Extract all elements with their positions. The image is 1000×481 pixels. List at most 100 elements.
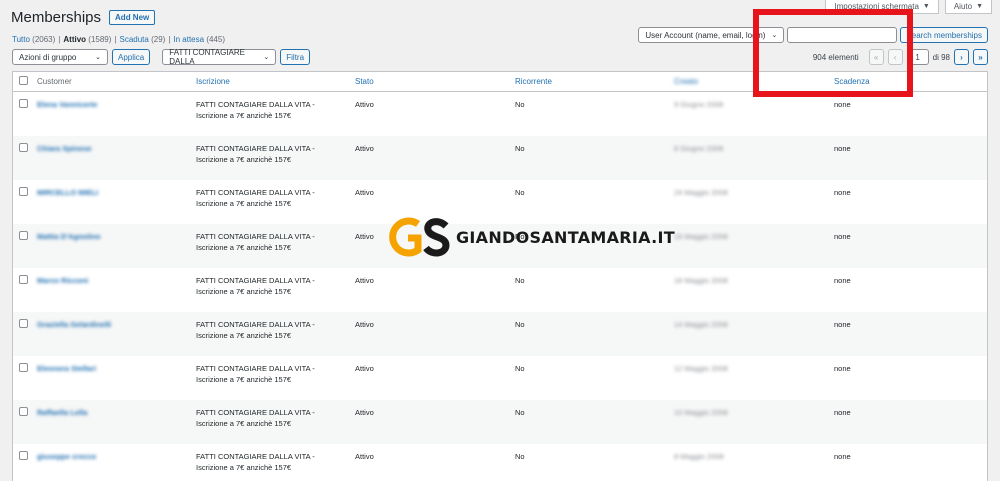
table-row: Chiara Spinose FATTI CONTAGIARE DALLA VIT… [13, 136, 987, 180]
recurring-cell: No [515, 188, 525, 197]
plan-subtitle: Iscrizione a 7€ anzichè 157€ [196, 199, 292, 208]
add-new-button[interactable]: Add New [109, 10, 156, 25]
items-count: 904 elementi [812, 52, 859, 62]
created-cell: 9 Giugno 2008 [674, 100, 724, 109]
row-checkbox[interactable] [19, 319, 28, 328]
row-checkbox[interactable] [19, 231, 28, 240]
customer-link[interactable]: Raffaella Lella [37, 407, 196, 418]
expiry-cell: none [834, 452, 851, 461]
plan-name: FATTI CONTAGIARE DALLA VITA - [196, 188, 315, 197]
expiry-cell: none [834, 364, 851, 373]
plan-name: FATTI CONTAGIARE DALLA VITA - [196, 452, 315, 461]
plan-cell: FATTI CONTAGIARE DALLA VITA - Iscrizione … [196, 319, 355, 341]
next-page-button[interactable]: › [954, 49, 969, 65]
expiry-cell: none [834, 320, 851, 329]
column-recurring[interactable]: Ricorrente [515, 76, 674, 87]
help-label: Aiuto [953, 2, 973, 11]
plan-cell: FATTI CONTAGIARE DALLA VITA - Iscrizione … [196, 143, 355, 165]
search-box: User Account (name, email, login) ⌄ Sear… [638, 27, 988, 43]
row-checkbox-cell [13, 363, 37, 375]
expiry-cell: none [834, 276, 851, 285]
expiry-cell: none [834, 144, 851, 153]
plan-subtitle: Iscrizione a 7€ anzichè 157€ [196, 463, 292, 472]
customer-link[interactable]: giuseppe crecco [37, 451, 196, 462]
filter-pending[interactable]: In attesa (445) [173, 35, 225, 44]
customer-link[interactable]: MIRCELLO MIELI [37, 187, 196, 198]
recurring-cell: No [515, 452, 525, 461]
table-row: Marco Ricconi FATTI CONTAGIARE DALLA VITA… [13, 268, 987, 312]
plan-name: FATTI CONTAGIARE DALLA VITA - [196, 320, 315, 329]
row-checkbox[interactable] [19, 143, 28, 152]
bulk-actions-select[interactable]: Azioni di gruppo ⌄ [12, 49, 108, 65]
filter-all[interactable]: Tutto (2063) [12, 35, 55, 44]
filter-button[interactable]: Filtra [280, 49, 311, 65]
row-checkbox-cell [13, 275, 37, 287]
filter-expired[interactable]: Scaduta (29) [119, 35, 165, 44]
customer-link[interactable]: Elena Vannicorte [37, 99, 196, 110]
screen-options-tab[interactable]: Impostazioni schermata ▼ [825, 0, 939, 14]
search-memberships-button[interactable]: Search memberships [900, 27, 988, 43]
table-row: giuseppe crecco FATTI CONTAGIARE DALLA VI… [13, 444, 987, 481]
recurring-cell: No [515, 100, 525, 109]
status-cell: Attivo [355, 408, 374, 417]
customer-link[interactable]: Chiara Spinose [37, 143, 196, 154]
current-page-input[interactable]: 1 [906, 49, 929, 65]
plan-name: FATTI CONTAGIARE DALLA VITA - [196, 408, 315, 417]
page-title: Memberships [11, 9, 102, 26]
help-tab[interactable]: Aiuto ▼ [944, 0, 992, 14]
membership-plan-select[interactable]: FATTI CONTAGIARE DALLA ⌄ [162, 48, 277, 66]
prev-page-button[interactable]: ‹ [887, 49, 903, 65]
plan-subtitle: Iscrizione a 7€ anzichè 157€ [196, 419, 292, 428]
recurring-cell: No [515, 364, 525, 373]
created-cell: 24 Maggio 2008 [674, 188, 728, 197]
customer-link[interactable]: Mattia D'Agostino [37, 231, 196, 242]
column-status[interactable]: Stato [355, 76, 515, 87]
chevron-down-icon: ⌄ [771, 32, 778, 39]
plan-cell: FATTI CONTAGIARE DALLA VITA - Iscrizione … [196, 451, 355, 473]
plan-cell: FATTI CONTAGIARE DALLA VITA - Iscrizione … [196, 187, 355, 209]
plan-subtitle: Iscrizione a 7€ anzichè 157€ [196, 375, 292, 384]
recurring-cell: No [515, 320, 525, 329]
row-checkbox[interactable] [19, 187, 28, 196]
plan-subtitle: Iscrizione a 7€ anzichè 157€ [196, 111, 292, 120]
watermark: GIANDOSANTAMARIA.IT [388, 216, 675, 258]
watermark-text: GIANDOSANTAMARIA.IT [456, 227, 675, 247]
customer-link[interactable]: Graziella Gelardinelli [37, 319, 196, 330]
plan-name: FATTI CONTAGIARE DALLA VITA - [196, 232, 315, 241]
status-cell: Attivo [355, 100, 374, 109]
plan-cell: FATTI CONTAGIARE DALLA VITA - Iscrizione … [196, 407, 355, 429]
status-cell: Attivo [355, 188, 374, 197]
search-input[interactable] [787, 27, 898, 43]
select-all-checkbox[interactable] [19, 75, 28, 85]
column-created[interactable]: Creato [674, 76, 834, 87]
row-checkbox-cell [13, 99, 37, 111]
last-page-button[interactable]: » [973, 49, 988, 65]
plan-subtitle: Iscrizione a 7€ anzichè 157€ [196, 155, 292, 164]
first-page-button[interactable]: « [868, 49, 884, 65]
memberships-table: Customer Iscrizione Stato Ricorrente Cre… [12, 71, 988, 481]
column-customer: Customer [37, 77, 72, 86]
row-checkbox-cell [13, 319, 37, 331]
filter-active[interactable]: Attivo (1589) [63, 35, 111, 44]
apply-button[interactable]: Applica [112, 49, 151, 65]
plan-subtitle: Iscrizione a 7€ anzichè 157€ [196, 243, 292, 252]
gs-logo-icon [389, 217, 450, 257]
status-cell: Attivo [355, 364, 374, 373]
row-checkbox[interactable] [19, 451, 28, 460]
plan-name: FATTI CONTAGIARE DALLA VITA - [196, 144, 315, 153]
customer-link[interactable]: Eleonora Stellari [37, 363, 196, 374]
row-checkbox[interactable] [19, 363, 28, 372]
column-expiry[interactable]: Scadenza [834, 76, 984, 87]
page-header: Memberships Add New [11, 9, 156, 26]
table-header: Customer Iscrizione Stato Ricorrente Cre… [13, 72, 987, 92]
row-checkbox[interactable] [19, 275, 28, 284]
search-field-select[interactable]: User Account (name, email, login) ⌄ [638, 27, 785, 43]
plan-subtitle: Iscrizione a 7€ anzichè 157€ [196, 331, 292, 340]
column-plan[interactable]: Iscrizione [196, 76, 355, 87]
chevron-down-icon: ⌄ [263, 54, 270, 61]
row-checkbox-cell [13, 187, 37, 199]
row-checkbox[interactable] [19, 99, 28, 108]
row-checkbox[interactable] [19, 407, 28, 416]
customer-link[interactable]: Marco Ricconi [37, 275, 196, 286]
table-row: Graziella Gelardinelli FATTI CONTAGIARE D… [13, 312, 987, 356]
